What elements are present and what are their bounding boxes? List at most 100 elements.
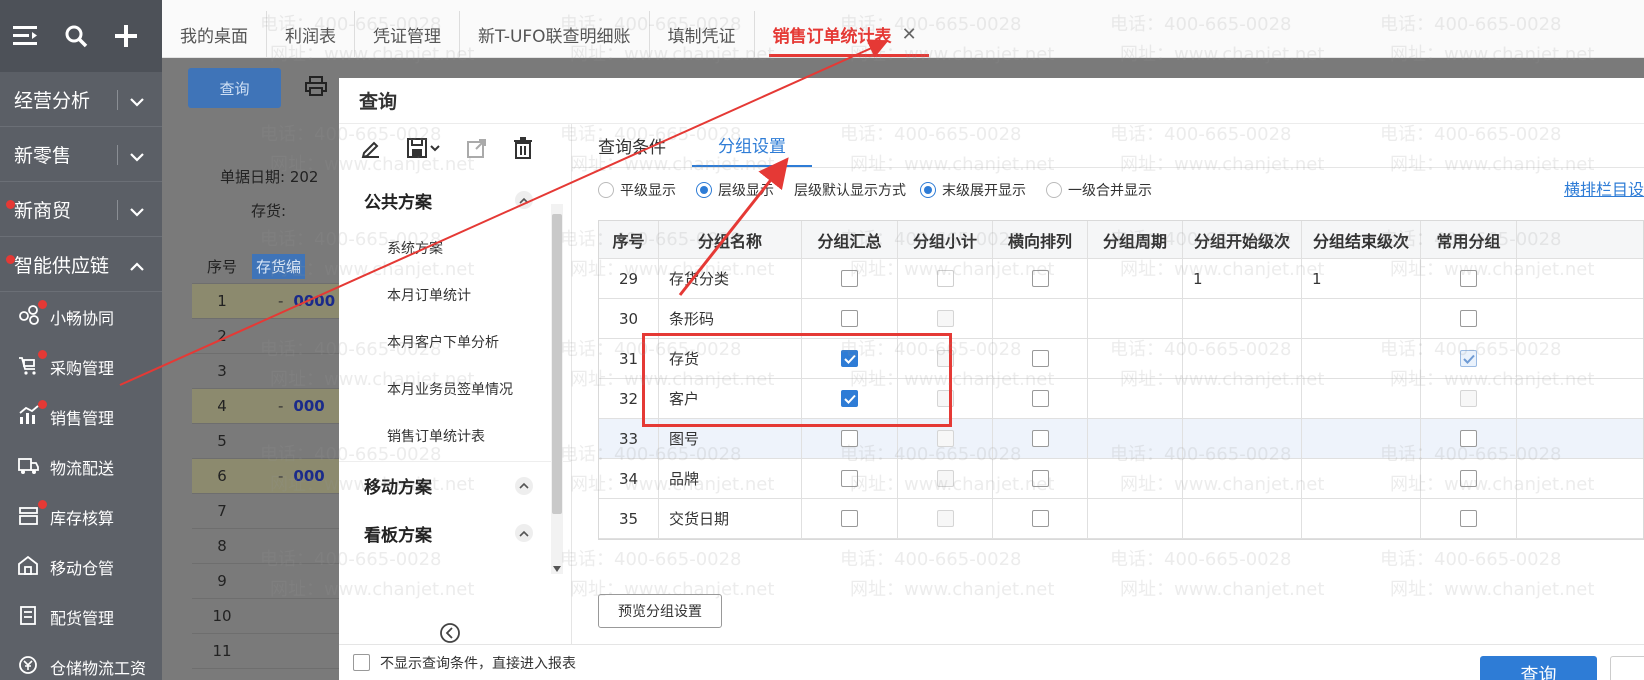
- horizontal-layout-link[interactable]: 横排栏目设: [1564, 176, 1644, 200]
- radio-expand-last[interactable]: 末级展开显示: [920, 180, 1026, 200]
- group-sum-checkbox[interactable]: [841, 390, 858, 407]
- query-dialog: 查询 公共方案 系统方案 本月订单统计 本月客户下单分析 本月业务员签单情况 销售订单统…: [339, 78, 1644, 680]
- chevron-up-icon[interactable]: [515, 191, 533, 209]
- tab-item[interactable]: 利润表: [267, 11, 355, 57]
- sidebar-category[interactable]: 智能供应链: [0, 237, 162, 292]
- sidebar-item[interactable]: 销售管理: [0, 392, 162, 442]
- radio-tree[interactable]: 层级显示: [696, 180, 774, 200]
- sidebar-item[interactable]: 仓储物流工资: [0, 642, 162, 680]
- scheme-item[interactable]: 本月订单统计: [339, 271, 571, 318]
- column-header: 序号: [599, 221, 659, 258]
- group-sum-checkbox[interactable]: [841, 430, 858, 447]
- column-header: 常用分组: [1421, 221, 1517, 258]
- tab-item[interactable]: 凭证管理: [355, 11, 460, 57]
- edit-icon[interactable]: [361, 138, 381, 162]
- sidebar-item[interactable]: 移动仓管: [0, 542, 162, 592]
- group-subtotal-checkbox[interactable]: [936, 510, 954, 527]
- sidebar-item[interactable]: 采购管理: [0, 342, 162, 392]
- sidebar-category[interactable]: 经营分析: [0, 72, 162, 127]
- print-icon[interactable]: [305, 76, 327, 100]
- common-group-checkbox[interactable]: [1460, 470, 1477, 487]
- sidebar-category[interactable]: 新商贸: [0, 182, 162, 237]
- chevron-down-icon[interactable]: [130, 90, 144, 112]
- dialog-query-button[interactable]: 查询: [1480, 656, 1597, 680]
- group-sum-checkbox[interactable]: [841, 470, 858, 487]
- search-icon[interactable]: [62, 22, 90, 50]
- tab-item[interactable]: 填制凭证: [650, 11, 755, 57]
- radio-flat[interactable]: 平级显示: [598, 180, 676, 200]
- common-group-checkbox[interactable]: [1460, 430, 1477, 447]
- chevron-up-icon[interactable]: [515, 524, 533, 542]
- end-level: [1302, 379, 1421, 418]
- group-sum-checkbox[interactable]: [841, 350, 858, 367]
- common-group-checkbox[interactable]: [1460, 270, 1477, 287]
- horizontal-checkbox[interactable]: [1031, 510, 1049, 527]
- sidebar-item[interactable]: 库存核算: [0, 492, 162, 542]
- common-group-checkbox[interactable]: [1460, 350, 1477, 367]
- scheme-item[interactable]: 系统方案: [339, 224, 571, 271]
- collapse-minus-icon[interactable]: -: [278, 467, 283, 485]
- start-level: [1183, 299, 1302, 338]
- chevron-down-icon[interactable]: [130, 145, 144, 167]
- tab-item[interactable]: 新T-UFO联查明细账: [460, 11, 650, 57]
- group-sum-checkbox[interactable]: [841, 270, 858, 287]
- scheme-item[interactable]: 本月客户下单分析: [339, 318, 571, 365]
- group-name: 存货: [659, 339, 802, 378]
- scheme-scrollbar[interactable]: [551, 204, 563, 574]
- group-subtotal-checkbox[interactable]: [936, 470, 954, 487]
- skip-conditions-checkbox[interactable]: [353, 654, 370, 671]
- scheme-group-public[interactable]: 公共方案: [339, 176, 571, 224]
- collapse-minus-icon[interactable]: -: [278, 397, 283, 415]
- group-subtotal-checkbox[interactable]: [936, 430, 954, 447]
- horizontal-checkbox[interactable]: [1031, 350, 1049, 367]
- start-level: [1183, 339, 1302, 378]
- row-seq: 33: [599, 419, 659, 458]
- sidebar-item[interactable]: 物流配送: [0, 442, 162, 492]
- common-group-checkbox[interactable]: [1460, 390, 1477, 407]
- horizontal-checkbox[interactable]: [1031, 470, 1049, 487]
- sidebar-category[interactable]: 新零售: [0, 127, 162, 182]
- scroll-down-icon[interactable]: [553, 566, 561, 572]
- scheme-group-mobile[interactable]: 移动方案: [339, 461, 571, 509]
- collapse-minus-icon[interactable]: -: [278, 292, 283, 310]
- close-icon[interactable]: ✕: [902, 24, 917, 45]
- sidebar-category-label: 新商贸: [14, 199, 72, 222]
- group-sum-checkbox[interactable]: [841, 310, 858, 327]
- horizontal-checkbox[interactable]: [1031, 430, 1049, 447]
- tab-item[interactable]: 销售订单统计表 ✕: [755, 11, 935, 57]
- scheme-group-board[interactable]: 看板方案: [339, 509, 571, 557]
- group-sum-checkbox[interactable]: [841, 510, 858, 527]
- radio-merge-first[interactable]: 一级合并显示: [1046, 180, 1152, 200]
- save-icon[interactable]: [407, 138, 441, 162]
- sidebar-item[interactable]: 小畅协同: [0, 292, 162, 342]
- add-icon[interactable]: [112, 22, 140, 50]
- group-subtotal-checkbox[interactable]: [936, 270, 954, 287]
- sidebar-item[interactable]: 配货管理: [0, 592, 162, 642]
- horizontal-checkbox[interactable]: [1031, 270, 1049, 287]
- preview-group-settings-button[interactable]: 预览分组设置: [598, 594, 722, 628]
- scheme-item[interactable]: 本月业务员签单情况: [339, 365, 571, 412]
- group-subtotal-checkbox[interactable]: [936, 390, 954, 407]
- horizontal-checkbox[interactable]: [1031, 390, 1049, 407]
- tab-item[interactable]: 我的桌面: [162, 11, 267, 57]
- common-group-checkbox[interactable]: [1460, 510, 1477, 527]
- group-name: 客户: [659, 379, 802, 418]
- chevron-up-icon[interactable]: [515, 476, 533, 495]
- start-level: [1183, 379, 1302, 418]
- dialog-footer: 不显示查询条件，直接进入报表: [339, 644, 1644, 680]
- chevron-down-icon[interactable]: [130, 200, 144, 222]
- common-group-checkbox[interactable]: [1460, 310, 1477, 327]
- tab-group-settings[interactable]: 分组设置: [692, 123, 812, 167]
- scrollbar-thumb[interactable]: [552, 214, 562, 514]
- group-period: [1088, 499, 1183, 538]
- menu-icon[interactable]: [12, 22, 40, 50]
- tab-query-conditions[interactable]: 查询条件: [598, 123, 692, 167]
- export-icon[interactable]: [467, 138, 487, 162]
- report-query-button[interactable]: 查询: [188, 68, 281, 108]
- scheme-item[interactable]: 销售订单统计表: [339, 412, 571, 459]
- dialog-cancel-button[interactable]: [1610, 656, 1644, 680]
- delete-icon[interactable]: [513, 137, 533, 163]
- group-subtotal-checkbox[interactable]: [936, 310, 954, 327]
- chevron-up-icon[interactable]: [130, 255, 144, 277]
- group-subtotal-checkbox[interactable]: [936, 350, 954, 367]
